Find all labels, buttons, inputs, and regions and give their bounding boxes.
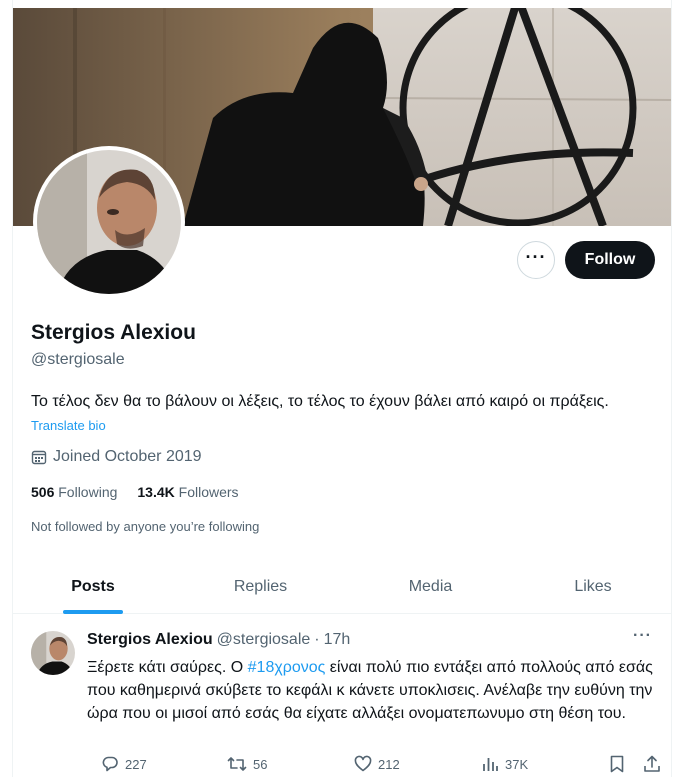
tweet-author-name[interactable]: Stergios Alexiou [87, 631, 213, 649]
following-label: Following [58, 484, 118, 500]
like-button[interactable]: 212 [354, 755, 400, 773]
tweet-header: Stergios Alexiou @stergiosale · 17h [87, 631, 350, 649]
tweet-avatar-image [31, 631, 75, 675]
joined-date: Joined October 2019 [31, 448, 202, 466]
tweet-avatar[interactable] [31, 631, 75, 675]
share-icon [644, 755, 660, 772]
views-icon [483, 758, 498, 771]
more-icon: ··· [525, 247, 547, 267]
reply-icon [102, 756, 118, 772]
followers-link[interactable]: 13.4K Followers [137, 484, 238, 500]
repost-button[interactable]: 56 [227, 755, 267, 773]
avatar-image [37, 150, 181, 294]
following-link[interactable]: 506 Following [31, 484, 117, 500]
translate-bio-link[interactable]: Translate bio [31, 418, 106, 433]
followers-label: Followers [178, 484, 239, 500]
profile-bio: Το τέλος δεν θα το βάλουν οι λέξεις, το … [31, 393, 609, 410]
profile-page: ··· Follow Stergios Alexiou @stergiosale… [12, 0, 672, 777]
follow-stats: 506 Following 13.4K Followers [31, 484, 239, 500]
repost-icon [227, 757, 247, 771]
tab-media[interactable]: Media [348, 560, 513, 614]
reply-button[interactable]: 227 [101, 755, 147, 773]
bookmark-button[interactable] [609, 755, 625, 773]
profile-avatar[interactable] [33, 146, 185, 298]
following-count: 506 [31, 484, 55, 500]
follow-button[interactable]: Follow [565, 241, 655, 279]
bookmark-icon [610, 755, 624, 773]
share-button[interactable] [643, 755, 661, 773]
views-count: 37K [505, 756, 529, 772]
tweet-more-icon[interactable]: ··· [633, 627, 652, 645]
profile-tabs: Posts Replies Media Likes [13, 560, 671, 614]
followers-count: 13.4K [137, 484, 175, 500]
not-followed-note: Not followed by anyone you’re following [31, 519, 260, 534]
tab-likes[interactable]: Likes [513, 560, 671, 614]
profile-name: Stergios Alexiou [31, 321, 196, 344]
tab-posts[interactable]: Posts [13, 560, 173, 614]
joined-label: Joined October 2019 [53, 448, 202, 465]
reply-count: 227 [125, 756, 147, 772]
tweet-separator: · [314, 631, 320, 648]
top-strip [13, 0, 671, 8]
tweet-time[interactable]: 17h [324, 631, 351, 649]
like-count: 212 [378, 756, 400, 772]
tweet-actions: 227 56 212 37K [87, 755, 661, 777]
more-options-button[interactable]: ··· [517, 241, 555, 279]
tweet-author-handle[interactable]: @stergiosale [217, 631, 311, 649]
views-button[interactable]: 37K [481, 755, 528, 773]
tweet-text: Ξέρετε κάτι σαύρες. Ο #18χρονος είναι πο… [87, 656, 659, 725]
tweet-text-part: Ξέρετε κάτι σαύρες. Ο [87, 659, 248, 676]
profile-handle: @stergiosale [31, 351, 125, 368]
heart-icon [354, 755, 372, 772]
tab-replies[interactable]: Replies [173, 560, 348, 614]
active-tab-indicator [63, 610, 123, 614]
tweet[interactable]: Stergios Alexiou @stergiosale · 17h ··· … [13, 615, 671, 777]
repost-count: 56 [253, 756, 268, 772]
calendar-icon [31, 450, 47, 465]
hashtag-link[interactable]: #18χρονος [248, 659, 326, 676]
